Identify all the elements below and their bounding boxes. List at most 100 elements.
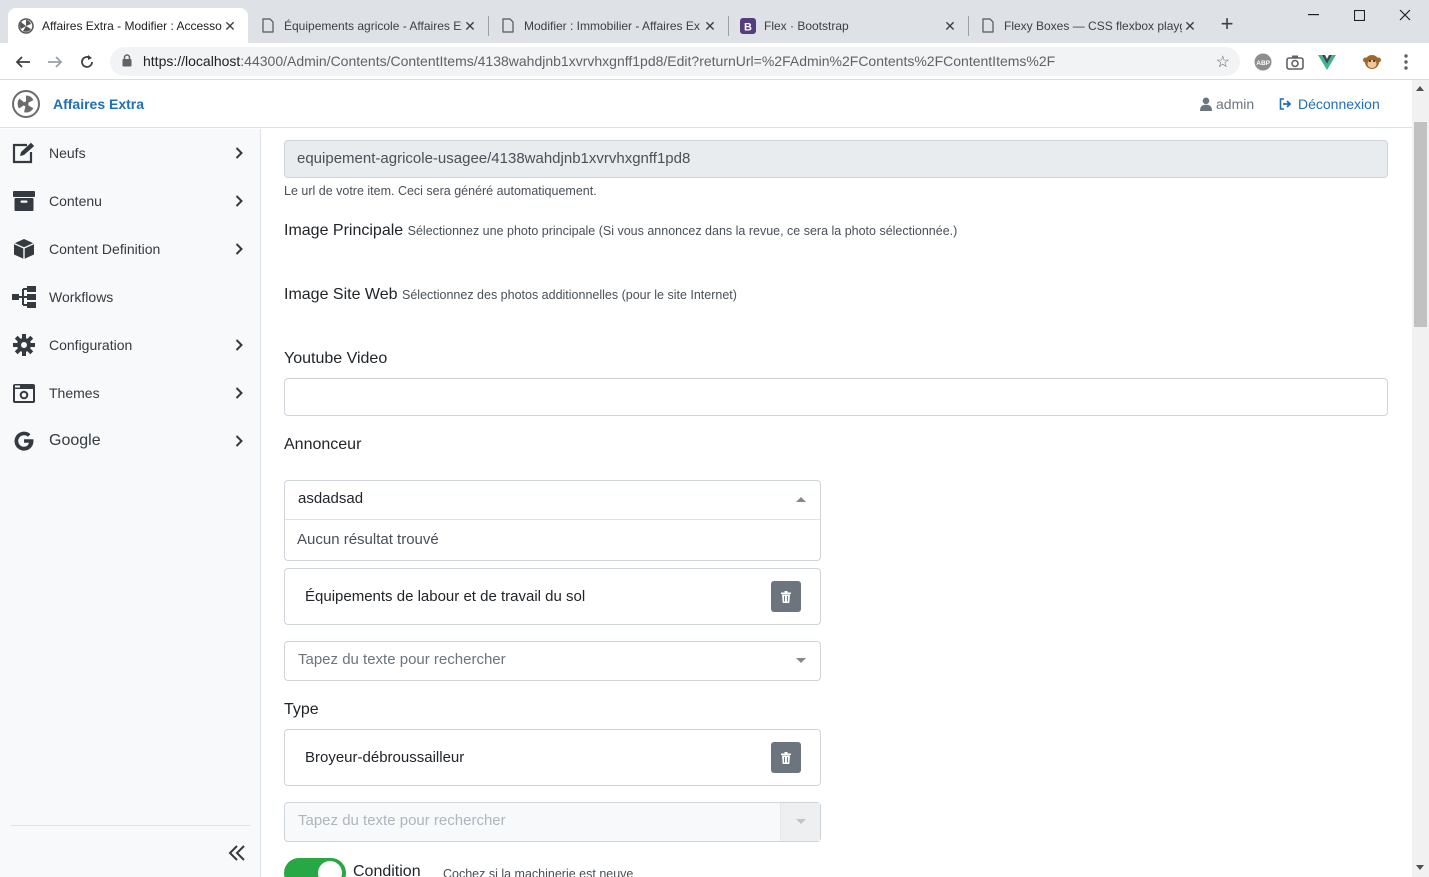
tab-title: Flex · Bootstrap	[764, 18, 849, 33]
sidebar-item-label: Themes	[49, 385, 100, 401]
tab-title: Équipements agricole - Affaires Ex	[284, 18, 462, 33]
type-search-input[interactable]: Tapez du texte pour rechercher	[285, 803, 820, 841]
delete-category-button[interactable]	[771, 581, 801, 612]
sidebar-item-label: Neufs	[49, 145, 86, 161]
toggle-knob	[318, 861, 342, 877]
chevron-right-icon	[233, 338, 245, 352]
condition-label: Condition	[353, 863, 421, 877]
permalink-help: Le url de votre item. Ceci sera généré a…	[284, 184, 597, 198]
minimize-icon[interactable]	[1290, 0, 1336, 30]
maximize-icon[interactable]	[1336, 0, 1382, 30]
sidebar-item-configuration[interactable]: Configuration	[0, 321, 260, 369]
type-search-placeholder: Tapez du texte pour rechercher	[298, 812, 506, 829]
close-tab-icon[interactable]: ✕	[702, 18, 718, 34]
condition-hint: Cochez si la machinerie est neuve	[443, 867, 634, 877]
sidebar-item-label: Configuration	[49, 337, 133, 353]
sidebar-item-neufs[interactable]: Neufs	[0, 129, 260, 177]
reload-icon[interactable]	[74, 49, 100, 75]
close-window-icon[interactable]	[1382, 0, 1428, 30]
image-principale-title: Image Principale	[284, 222, 404, 239]
bootstrap-icon: B	[740, 17, 756, 34]
tab-separator	[488, 16, 489, 36]
close-tab-icon[interactable]: ✕	[462, 18, 478, 34]
cog-icon	[11, 332, 37, 358]
scrollbar-thumb[interactable]	[1414, 122, 1427, 327]
browser-tab-affaires-extra[interactable]: Affaires Extra - Modifier : Accesso ✕	[8, 8, 248, 43]
type-search-multiselect[interactable]: Tapez du texte pour rechercher	[284, 802, 821, 842]
category-search-multiselect[interactable]: Tapez du texte pour rechercher	[284, 641, 821, 681]
close-tab-icon[interactable]: ✕	[222, 18, 238, 34]
url-host: https://localhost	[143, 53, 241, 69]
category-search-input[interactable]: Tapez du texte pour rechercher	[285, 642, 820, 680]
brand-logo-icon[interactable]	[12, 90, 40, 118]
document-icon	[500, 18, 516, 34]
logout-label: Déconnexion	[1298, 96, 1380, 112]
close-tab-icon[interactable]: ✕	[1182, 18, 1198, 34]
chevron-right-icon	[233, 386, 245, 400]
monkey-extension-icon[interactable]	[1362, 52, 1382, 72]
sidebar-divider	[11, 825, 250, 826]
chrome-menu-icon[interactable]	[1396, 52, 1416, 72]
image-principale-hint: Sélectionnez une photo principale (Si vo…	[407, 224, 958, 238]
close-tab-icon[interactable]: ✕	[942, 18, 958, 34]
sidebar-item-themes[interactable]: Themes	[0, 369, 260, 417]
new-tab-button[interactable]: +	[1215, 13, 1239, 37]
google-icon	[11, 428, 37, 454]
chevron-right-icon	[233, 242, 245, 256]
address-bar[interactable]: https://localhost:44300/Admin/Contents/C…	[110, 47, 1240, 76]
orchard-logo-icon	[18, 17, 34, 34]
scroll-up-arrow[interactable]	[1416, 86, 1424, 91]
camera-retro-icon	[11, 380, 37, 406]
annonceur-multiselect[interactable]: asdadsad Aucun résultat trouvé	[284, 480, 821, 561]
tab-title: Modifier : Immobilier - Affaires Ex	[524, 18, 700, 33]
youtube-input[interactable]	[284, 378, 1388, 416]
back-arrow-icon[interactable]	[10, 49, 36, 75]
delete-type-button[interactable]	[771, 742, 801, 773]
app-header: Affaires Extra admin Déconnexion	[0, 80, 1412, 128]
image-site-hint: Sélectionnez des photos additionnelles (…	[402, 288, 737, 302]
selected-type-item: Broyeur-débroussailleur	[284, 729, 821, 786]
url-text: https://localhost:44300/Admin/Contents/C…	[143, 53, 1055, 69]
svg-text:B: B	[744, 21, 752, 33]
selected-type-text: Broyeur-débroussailleur	[305, 749, 465, 766]
browser-tab-bootstrap[interactable]: B Flex · Bootstrap ✕	[730, 8, 968, 43]
image-site-label: Image Site Web Sélectionnez des photos a…	[284, 286, 737, 304]
archive-icon	[11, 188, 37, 214]
cube-icon	[11, 236, 37, 262]
browser-tab-immobilier[interactable]: Modifier : Immobilier - Affaires Ex ✕	[490, 8, 728, 43]
sidebar-item-contenu[interactable]: Contenu	[0, 177, 260, 225]
caret-up-icon[interactable]	[796, 497, 806, 502]
brand-name[interactable]: Affaires Extra	[53, 96, 144, 112]
condition-toggle[interactable]	[284, 858, 346, 877]
image-site-title: Image Site Web	[284, 286, 398, 303]
edit-icon	[11, 140, 37, 166]
chevron-right-icon	[233, 194, 245, 208]
user-menu[interactable]: admin	[1200, 96, 1254, 112]
scroll-down-arrow[interactable]	[1416, 865, 1424, 870]
bookmark-star-icon[interactable]: ☆	[1216, 52, 1230, 72]
vue-devtools-icon[interactable]	[1317, 52, 1337, 72]
collapse-sidebar-icon[interactable]	[226, 842, 248, 864]
sidebar-item-google[interactable]: Google	[0, 417, 260, 465]
category-search-placeholder: Tapez du texte pour rechercher	[298, 651, 506, 668]
browser-tab-flexy-boxes[interactable]: Flexy Boxes — CSS flexbox playgr ✕	[970, 8, 1208, 43]
sidebar: Neufs Contenu Content Definition Workflo…	[0, 129, 261, 877]
adblock-extension-icon[interactable]: ABP	[1253, 52, 1273, 72]
caret-down-icon	[796, 819, 806, 824]
selected-category-item: Équipements de labour et de travail du s…	[284, 568, 821, 625]
lock-icon	[122, 54, 132, 72]
permalink-field[interactable]: equipement-agricole-usagee/4138wahdjnb1x…	[284, 140, 1388, 178]
browser-tab-equipements[interactable]: Équipements agricole - Affaires Ex ✕	[250, 8, 488, 43]
forward-arrow-icon[interactable]	[42, 49, 68, 75]
trash-icon	[781, 590, 791, 603]
main-content: equipement-agricole-usagee/4138wahdjnb1x…	[262, 129, 1412, 877]
camera-extension-icon[interactable]	[1285, 52, 1305, 72]
logout-link[interactable]: Déconnexion	[1279, 96, 1380, 112]
caret-down-icon[interactable]	[796, 658, 806, 663]
page-scrollbar[interactable]	[1412, 80, 1429, 877]
sign-out-icon	[1279, 98, 1292, 110]
type-dropdown-button[interactable]	[780, 803, 820, 841]
sidebar-item-content-definition[interactable]: Content Definition	[0, 225, 260, 273]
sidebar-item-workflows[interactable]: Workflows	[0, 273, 260, 321]
annonceur-search-input[interactable]: asdadsad	[285, 481, 820, 519]
